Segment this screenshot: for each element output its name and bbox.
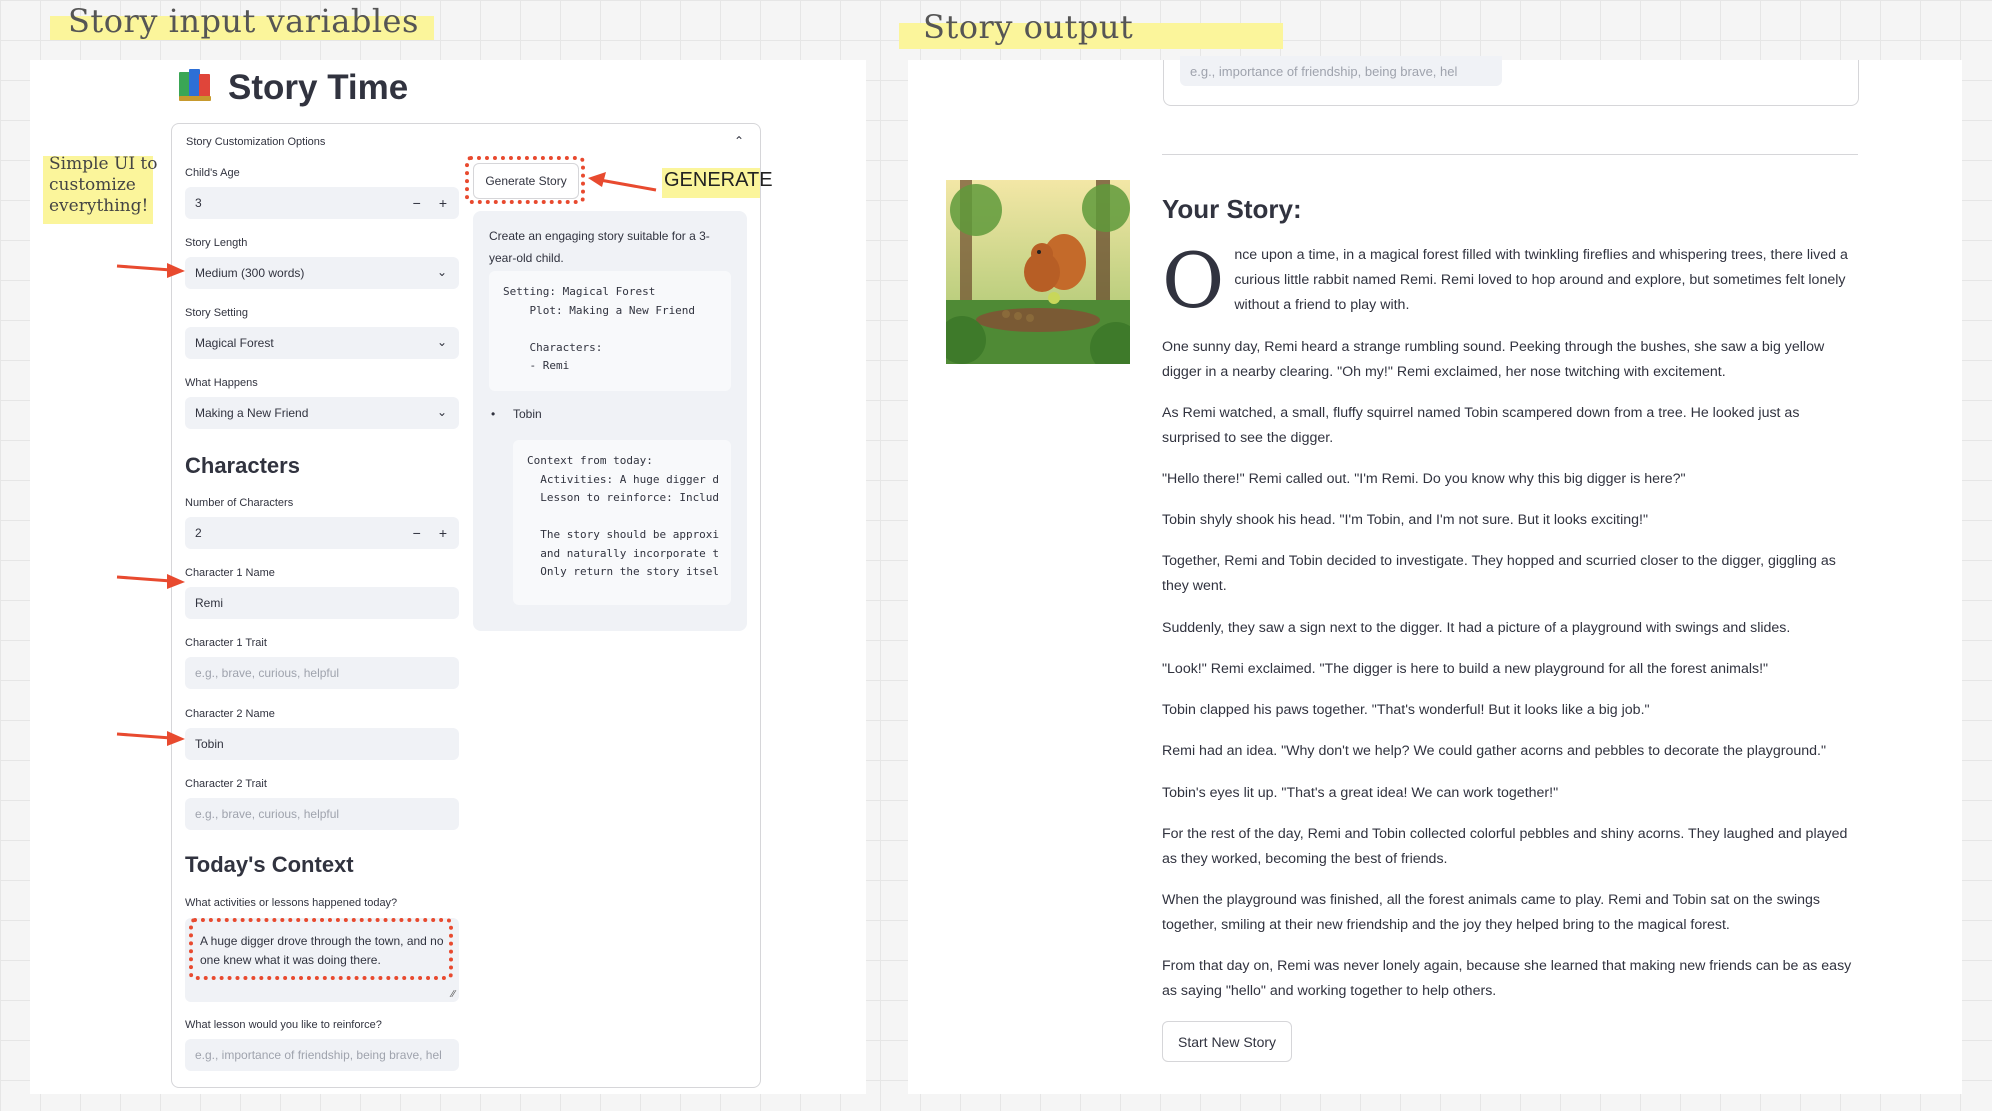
- books-icon: [176, 66, 214, 109]
- story-paragraph: When the playground was finished, all th…: [1162, 892, 1820, 933]
- age-value: 3: [195, 196, 202, 210]
- input-section-label: Story input variables: [68, 2, 419, 40]
- what-happens-select[interactable]: Making a New Friend ⌄: [185, 397, 459, 429]
- simple-ui-note: Simple UI to customize everything!: [49, 154, 158, 216]
- lesson-input-partial[interactable]: e.g., importance of friendship, being br…: [1180, 56, 1502, 86]
- divider: [1162, 154, 1858, 155]
- story-paragraph: "Look!" Remi exclaimed. "The digger is h…: [1162, 661, 1769, 677]
- lesson-label: What lesson would you like to reinforce?: [185, 1019, 382, 1031]
- highlight-box: [189, 918, 453, 980]
- chevron-down-icon: ⌄: [436, 265, 447, 279]
- story-paragraph: Tobin's eyes lit up. "That's a great ide…: [1162, 785, 1559, 801]
- story-paragraph: Suddenly, they saw a sign next to the di…: [1162, 620, 1791, 636]
- char2-trait-label: Character 2 Trait: [185, 778, 267, 790]
- story-paragraph: Remi had an idea. "Why don't we help? We…: [1162, 743, 1826, 759]
- num-characters-label: Number of Characters: [185, 497, 294, 509]
- activities-label: What activities or lessons happened toda…: [185, 897, 398, 909]
- char1-trait-input[interactable]: e.g., brave, curious, helpful: [185, 657, 459, 689]
- story-setting-select[interactable]: Magical Forest ⌄: [185, 327, 459, 359]
- dropcap: O: [1162, 236, 1225, 325]
- char1-name-input[interactable]: Remi: [185, 587, 459, 619]
- bullet-dot: •: [491, 407, 496, 421]
- minus-icon[interactable]: −: [413, 195, 421, 211]
- num-characters-input[interactable]: 2 − +: [185, 517, 459, 549]
- story-paragraph: For the rest of the day, Remi and Tobin …: [1162, 826, 1848, 867]
- setting-label: Story Setting: [185, 307, 248, 319]
- story-paragraph: From that day on, Remi was never lonely …: [1162, 958, 1852, 999]
- plot-value: Making a New Friend: [195, 406, 309, 420]
- char2-trait-input[interactable]: e.g., brave, curious, helpful: [185, 798, 459, 830]
- num-characters-stepper: − +: [413, 517, 453, 549]
- story-text: nce upon a time, in a magical forest fil…: [1234, 247, 1848, 313]
- prompt-bullet-text: Tobin: [513, 407, 542, 421]
- app-title: Story Time: [176, 66, 408, 109]
- plot-label: What Happens: [185, 377, 258, 389]
- arrow-icon: [116, 263, 185, 278]
- output-section-label: Story output: [923, 8, 1134, 46]
- char2-name-label: Character 2 Name: [185, 708, 275, 720]
- story-heading: Your Story:: [1162, 194, 1302, 224]
- chevron-down-icon: ⌄: [436, 405, 447, 419]
- resize-handle-icon[interactable]: ∕∕: [452, 989, 455, 1000]
- char1-trait-label: Character 1 Trait: [185, 637, 267, 649]
- prompt-intro: Create an engaging story suitable for a …: [489, 229, 710, 265]
- age-number-input[interactable]: 3 − +: [185, 187, 459, 219]
- length-value: Medium (300 words): [195, 266, 305, 280]
- start-new-story-button[interactable]: Start New Story: [1162, 1021, 1292, 1062]
- setting-value: Magical Forest: [195, 336, 274, 350]
- story-illustration: [946, 180, 1130, 364]
- story-paragraph: Tobin clapped his paws together. "That's…: [1162, 702, 1650, 718]
- app-title-text: Story Time: [228, 67, 409, 107]
- plus-icon[interactable]: +: [439, 195, 447, 211]
- arrow-icon: [588, 172, 657, 192]
- story-paragraph: Tobin shyly shook his head. "I'm Tobin, …: [1162, 512, 1649, 528]
- lesson-input[interactable]: e.g., importance of friendship, being br…: [185, 1039, 459, 1071]
- minus-icon[interactable]: −: [413, 525, 421, 541]
- story-paragraph: "Hello there!" Remi called out. "I'm Rem…: [1162, 471, 1686, 487]
- char2-name-value: Tobin: [195, 737, 224, 751]
- length-label: Story Length: [185, 237, 248, 249]
- age-stepper: − +: [413, 187, 453, 219]
- char1-name-label: Character 1 Name: [185, 567, 275, 579]
- plus-icon[interactable]: +: [439, 525, 447, 541]
- chevron-down-icon: ⌄: [436, 335, 447, 349]
- expander-header[interactable]: Story Customization Options: [186, 136, 325, 148]
- story-paragraph: One sunny day, Remi heard a strange rumb…: [1162, 339, 1825, 380]
- arrow-icon: [116, 731, 185, 746]
- char2-trait-placeholder: e.g., brave, curious, helpful: [195, 807, 340, 821]
- age-label: Child's Age: [185, 167, 240, 179]
- context-heading: Today's Context: [185, 852, 354, 877]
- story-paragraph: Together, Remi and Tobin decided to inve…: [1162, 553, 1836, 594]
- prompt-context-code-block: Context from today: Activities: A huge d…: [513, 440, 731, 605]
- arrow-icon: [116, 574, 185, 589]
- prompt-preview: Create an engaging story suitable for a …: [473, 211, 747, 631]
- chevron-up-icon[interactable]: ⌃: [734, 134, 744, 148]
- prompt-code-block: Setting: Magical Forest Plot: Making a N…: [489, 271, 731, 391]
- generate-note: GENERATE: [664, 169, 773, 191]
- char1-name-value: Remi: [195, 596, 224, 610]
- characters-heading: Characters: [185, 453, 300, 478]
- story-paragraph: As Remi watched, a small, fluffy squirre…: [1162, 405, 1800, 446]
- story-paragraph: O nce upon a time, in a magical forest f…: [1162, 236, 1854, 325]
- lesson-placeholder: e.g., importance of friendship, being br…: [195, 1048, 442, 1062]
- story-length-select[interactable]: Medium (300 words) ⌄: [185, 257, 459, 289]
- num-characters-value: 2: [195, 526, 202, 540]
- char1-trait-placeholder: e.g., brave, curious, helpful: [195, 666, 340, 680]
- lesson-placeholder: e.g., importance of friendship, being br…: [1190, 63, 1458, 79]
- char2-name-input[interactable]: Tobin: [185, 728, 459, 760]
- highlight-box: [465, 156, 585, 204]
